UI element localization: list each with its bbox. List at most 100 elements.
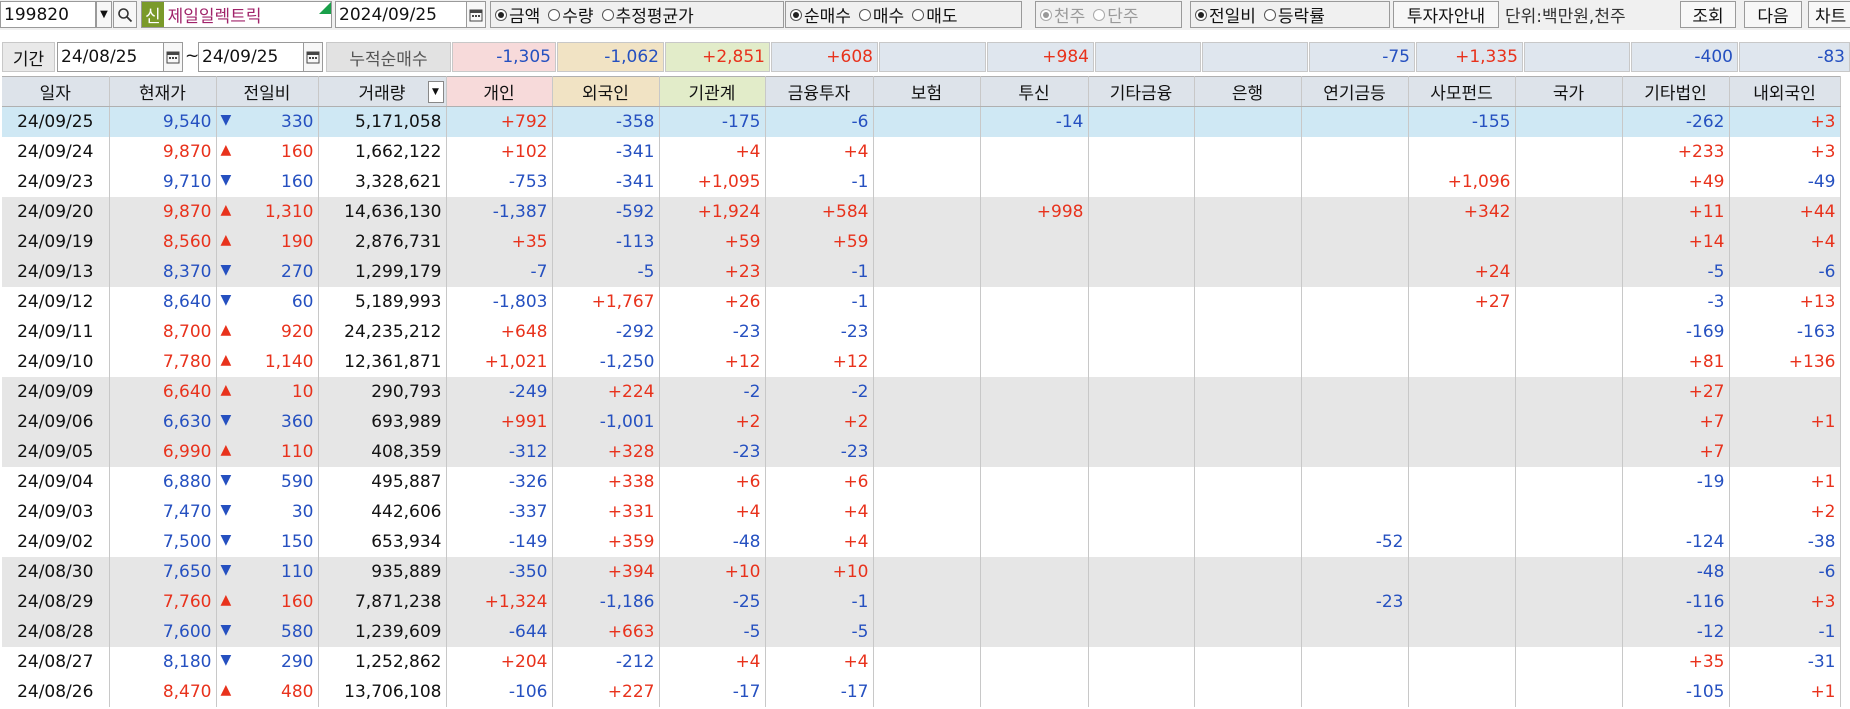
share-unit-radio-0[interactable]: 천주	[1040, 2, 1085, 27]
table-row[interactable]: 24/09/24 9,870 ▲ 160 1,662,122 +102 -341 +4 +4 +2…	[2, 136, 1841, 167]
column-header[interactable]: 기관계	[659, 76, 766, 107]
investor-guide-button[interactable]: 투자자안내	[1393, 1, 1499, 28]
stock-code-input[interactable]: 199820	[0, 1, 96, 28]
amount-type-radio-1[interactable]: 수량	[548, 2, 594, 27]
table-row[interactable]: 24/09/13 8,370 ▼ 270 1,299,179 -7 -5 +23 -1 +24 -5…	[2, 256, 1841, 287]
table-row[interactable]: 24/09/09 6,640 ▲ 10 290,793 -249 +224 -2 -2 +27	[2, 376, 1841, 407]
cell-value: -52	[1375, 531, 1404, 552]
cell-value: +342	[1463, 201, 1511, 222]
table-row[interactable]: 24/09/19 8,560 ▲ 190 2,876,731 +35 -113 +59 +59 +…	[2, 226, 1841, 257]
cell-bank	[1194, 226, 1302, 257]
column-header[interactable]: 일자	[2, 76, 110, 107]
trade-type-radio-2[interactable]: 매도	[912, 2, 957, 27]
cell-value: +1,095	[697, 171, 761, 192]
period-from-input[interactable]: 24/08/25	[57, 42, 164, 72]
search-icon	[118, 7, 133, 22]
cell-price: 7,600	[109, 616, 217, 647]
share-unit-radio-1[interactable]: 단주	[1093, 2, 1139, 27]
column-header[interactable]: 국가	[1515, 76, 1623, 107]
table-row[interactable]: 24/09/02 7,500 ▼ 150 653,934 -149 +359 -48 +4 -52…	[2, 526, 1841, 557]
cell-bank	[1194, 406, 1302, 437]
cell-ind: -644	[446, 616, 553, 647]
column-header[interactable]: 전일비	[216, 76, 319, 107]
column-header[interactable]: 기타금융	[1088, 76, 1195, 107]
column-header[interactable]: 은행	[1194, 76, 1302, 107]
cell-chg: ▲ 1,140	[216, 346, 319, 377]
column-header[interactable]: 금융투자	[765, 76, 874, 107]
amount-type-radio-0[interactable]: 금액	[495, 2, 540, 27]
cell-date: 24/08/30	[2, 556, 110, 587]
column-header[interactable]: 보험	[873, 76, 981, 107]
table-row[interactable]: 24/09/10 7,780 ▲ 1,140 12,361,871 +1,021 -1,25…	[2, 346, 1841, 377]
compare-type-radio-0[interactable]: 전일비	[1195, 2, 1256, 27]
volume-sort-dropdown-icon[interactable]: ▼	[427, 81, 444, 103]
radio-dot-icon	[601, 8, 614, 21]
change-value: 1,310	[264, 201, 314, 222]
column-header[interactable]: 내외국인	[1729, 76, 1841, 107]
trade-type-radio-1[interactable]: 매수	[858, 2, 904, 27]
change-value: 30	[291, 501, 314, 522]
table-row[interactable]: 24/09/11 8,700 ▲ 920 24,235,212 +648 -292 -23 -2…	[2, 316, 1841, 347]
table-row[interactable]: 24/08/28 7,600 ▼ 580 1,239,609 -644 +663 -5 -5 -1…	[2, 616, 1841, 647]
cell-date: 24/08/29	[2, 586, 110, 617]
cell-value: +4	[735, 651, 761, 672]
next-button[interactable]: 다음	[1744, 1, 1802, 28]
column-header-label: 기타금융	[1109, 84, 1173, 104]
table-row[interactable]: 24/09/06 6,630 ▼ 360 693,989 +991 -1,001 +2 +2 +7…	[2, 406, 1841, 437]
amount-type-radio-2[interactable]: 추정평균가	[601, 2, 694, 27]
cell-ins	[873, 436, 981, 467]
cell-value: +12	[724, 351, 761, 372]
cell-value: 24/09/04	[17, 471, 94, 492]
table-row[interactable]: 24/09/03 7,470 ▼ 30 442,606 -337 +331 +4 +4 +2	[2, 496, 1841, 527]
period-from-calendar-button[interactable]	[163, 42, 183, 72]
table-row[interactable]: 24/08/30 7,650 ▼ 110 935,889 -350 +394 +10 +10 -4…	[2, 556, 1841, 587]
cell-date: 24/08/27	[2, 646, 110, 677]
cell-value: -5	[1707, 261, 1725, 282]
company-name-field[interactable]: 신 제일일렉트릭	[141, 1, 332, 28]
cell-value: -592	[615, 201, 655, 222]
column-header[interactable]: 외국인	[552, 76, 660, 107]
change-cell: ▼ 360	[221, 412, 314, 432]
column-header[interactable]: 기타법인	[1622, 76, 1730, 107]
column-header[interactable]: 거래량 ▼	[318, 76, 447, 107]
column-header[interactable]: 현재가	[109, 76, 217, 107]
table-row[interactable]: 24/09/25 9,540 ▼ 330 5,171,058 +792 -358 -175 -6…	[2, 106, 1841, 137]
compare-type-radio-1[interactable]: 등락률	[1263, 2, 1325, 27]
column-header[interactable]: 투신	[980, 76, 1089, 107]
table-row[interactable]: 24/08/27 8,180 ▼ 290 1,252,862 +204 -212 +4 +4 +3…	[2, 646, 1841, 677]
cell-pf	[1408, 376, 1516, 407]
period-to-input[interactable]: 24/09/25	[198, 42, 305, 72]
table-row[interactable]: 24/09/23 9,710 ▼ 160 3,328,621 -753 -341 +1,095…	[2, 166, 1841, 197]
cell-vol: 1,299,179	[318, 256, 447, 287]
table-row[interactable]: 24/09/05 6,990 ▲ 110 408,359 -312 +328 -23 -23 +7	[2, 436, 1841, 467]
cell-frn: -592	[552, 196, 660, 227]
cell-frn: -341	[552, 166, 660, 197]
calendar-icon	[469, 9, 483, 21]
radio-dot-icon	[1263, 8, 1276, 21]
search-button[interactable]	[113, 1, 137, 28]
trade-type-radio-0[interactable]: 순매수	[790, 2, 851, 27]
down-arrow-icon: ▼	[220, 501, 232, 518]
query-button[interactable]: 조회	[1680, 1, 1736, 28]
table-row[interactable]: 24/08/29 7,760 ▲ 160 7,871,238 +1,324 -1,186 -2…	[2, 586, 1841, 617]
table-row[interactable]: 24/09/20 9,870 ▲ 1,310 14,636,130 -1,387 -592 +…	[2, 196, 1841, 227]
cell-nat	[1515, 106, 1623, 137]
period-to-calendar-button[interactable]	[303, 42, 323, 72]
cell-nat	[1515, 256, 1623, 287]
column-header-label: 투신	[1018, 84, 1050, 104]
table-row[interactable]: 24/08/26 8,470 ▲ 480 13,706,108 -106 +227 -17 -1…	[2, 676, 1841, 707]
date-input[interactable]: 2024/09/25	[335, 1, 467, 28]
column-header[interactable]: 연기금등	[1301, 76, 1409, 107]
date-picker-button[interactable]	[466, 1, 486, 28]
cell-ins	[873, 166, 981, 197]
chart-button[interactable]: 차트	[1808, 1, 1850, 28]
table-row[interactable]: 24/09/12 8,640 ▼ 60 5,189,993 -1,803 +1,767 +26…	[2, 286, 1841, 317]
cell-trust	[980, 676, 1089, 707]
cell-ins	[873, 316, 981, 347]
column-header[interactable]: 사모펀드	[1408, 76, 1516, 107]
column-header[interactable]: 개인	[446, 76, 553, 107]
code-dropdown-button[interactable]: ▼	[96, 1, 112, 28]
table-row[interactable]: 24/09/04 6,880 ▼ 590 495,887 -326 +338 +6 +6 -19 +…	[2, 466, 1841, 497]
cell-pf: +342	[1408, 196, 1516, 227]
cell-price: 8,640	[109, 286, 217, 317]
